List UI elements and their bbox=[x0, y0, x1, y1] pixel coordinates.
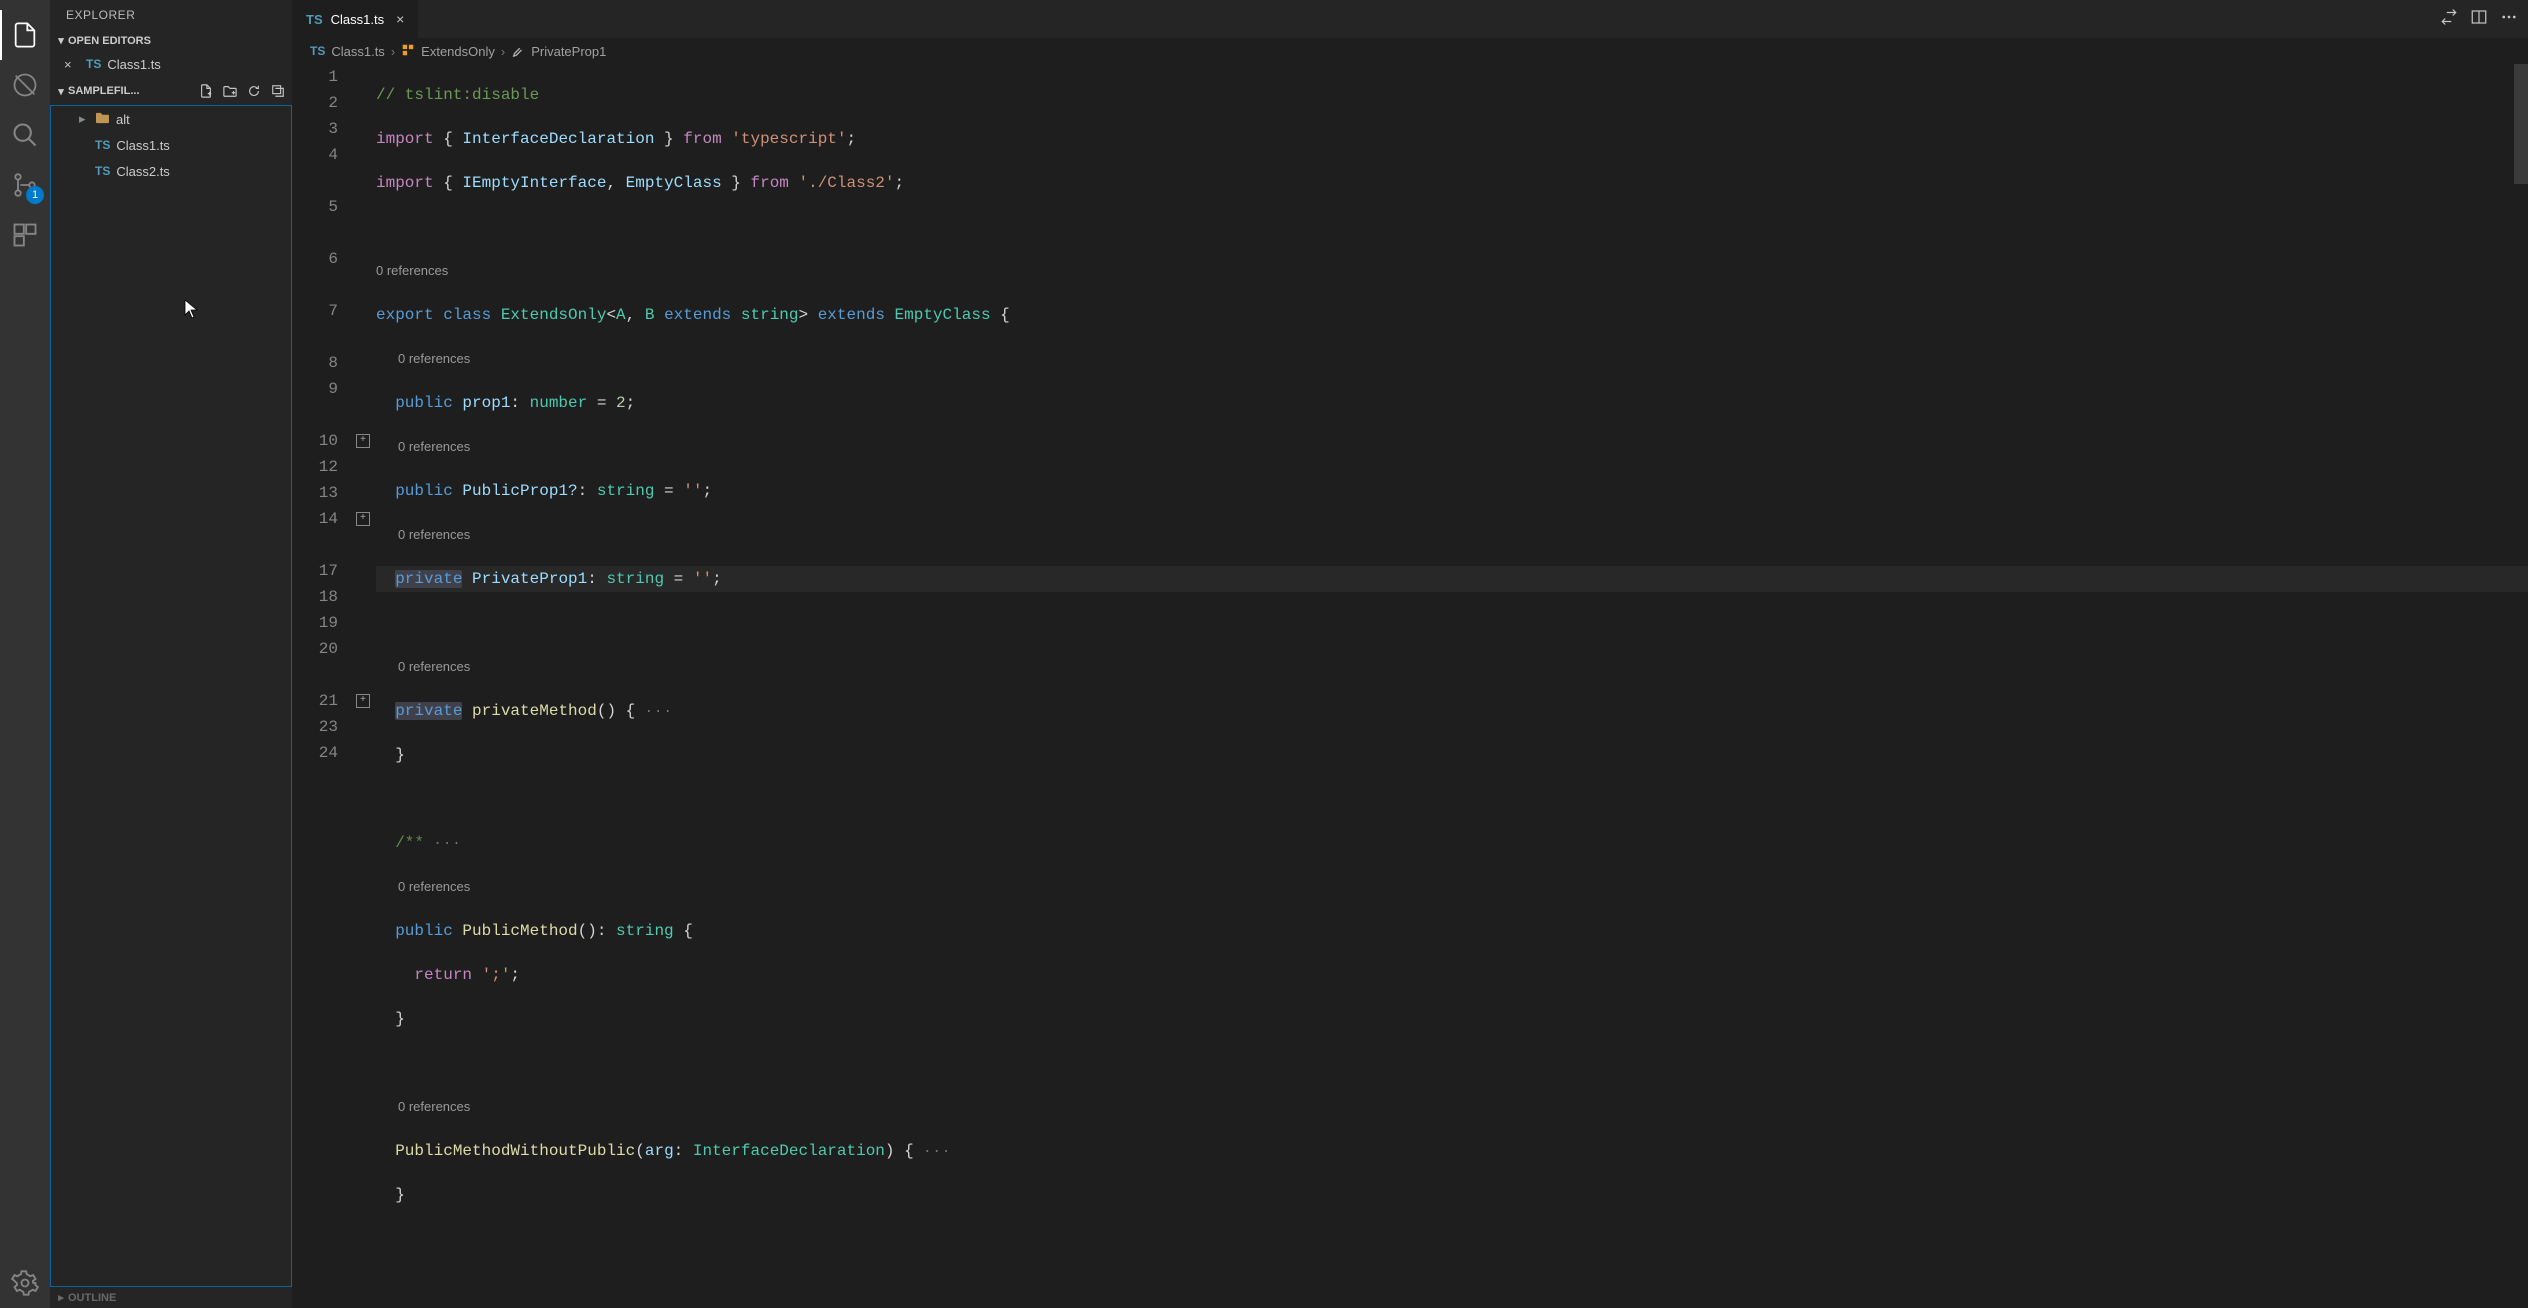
split-editor-icon[interactable] bbox=[2470, 8, 2488, 31]
twisty-down-icon: ▾ bbox=[54, 85, 68, 98]
twisty-right-icon: ▸ bbox=[79, 111, 89, 127]
scm-badge: 1 bbox=[26, 186, 44, 204]
code-editor[interactable]: 1 2 3 4 5 6 7 8 9 10 12 13 14 17 18 19 2… bbox=[292, 64, 2528, 1308]
activity-search-icon[interactable] bbox=[0, 110, 50, 160]
activity-settings-icon[interactable] bbox=[0, 1258, 50, 1308]
close-icon[interactable]: × bbox=[396, 11, 404, 27]
folder-item[interactable]: ▸ alt bbox=[51, 106, 291, 132]
breadcrumb-symbol[interactable]: PrivateProp1 bbox=[531, 44, 606, 59]
activity-bar: 1 bbox=[0, 0, 50, 1308]
chevron-right-icon: › bbox=[391, 44, 395, 59]
open-editors-header[interactable]: ▾ OPEN EDITORS bbox=[50, 30, 292, 51]
compare-changes-icon[interactable] bbox=[2440, 8, 2458, 31]
ts-file-icon: TS bbox=[306, 12, 323, 27]
open-editors-label: OPEN EDITORS bbox=[68, 35, 288, 47]
collapse-all-icon[interactable] bbox=[268, 81, 288, 101]
codelens[interactable]: 0 references bbox=[376, 346, 2528, 372]
tab[interactable]: TS Class1.ts × bbox=[292, 0, 419, 38]
breadcrumb-file[interactable]: Class1.ts bbox=[331, 44, 384, 59]
breadcrumb-symbol[interactable]: ExtendsOnly bbox=[421, 44, 495, 59]
folder-name: alt bbox=[116, 112, 130, 127]
outline-label: OUTLINE bbox=[68, 1292, 288, 1304]
new-folder-icon[interactable] bbox=[220, 81, 240, 101]
ts-file-icon: TS bbox=[86, 57, 101, 71]
sidebar-title: EXPLORER bbox=[50, 0, 292, 30]
refresh-icon[interactable] bbox=[244, 81, 264, 101]
file-item[interactable]: TS Class1.ts bbox=[51, 132, 291, 158]
outline-header[interactable]: ▸ OUTLINE bbox=[50, 1287, 292, 1308]
close-icon[interactable]: × bbox=[64, 57, 80, 72]
open-editor-name: Class1.ts bbox=[107, 57, 160, 72]
glyph-margin: + + + bbox=[356, 64, 376, 1308]
workspace-label: SAMPLEFIL... bbox=[68, 85, 196, 97]
twisty-right-icon: ▸ bbox=[54, 1291, 68, 1304]
activity-debug-icon[interactable] bbox=[0, 60, 50, 110]
class-symbol-icon bbox=[401, 43, 415, 60]
codelens[interactable]: 0 references bbox=[376, 434, 2528, 460]
codelens[interactable]: 0 references bbox=[376, 258, 2528, 284]
fold-expand-icon[interactable]: + bbox=[356, 512, 370, 526]
chevron-right-icon: › bbox=[501, 44, 505, 59]
sidebar: EXPLORER ▾ OPEN EDITORS × TS Class1.ts ▾… bbox=[50, 0, 292, 1308]
codelens[interactable]: 0 references bbox=[376, 522, 2528, 548]
fold-expand-icon[interactable]: + bbox=[356, 694, 370, 708]
activity-extensions-icon[interactable] bbox=[0, 210, 50, 260]
new-file-icon[interactable] bbox=[196, 81, 216, 101]
file-name: Class1.ts bbox=[116, 138, 169, 153]
folder-icon bbox=[95, 111, 110, 127]
editor-area: TS Class1.ts × TS Class1.ts › bbox=[292, 0, 2528, 1308]
codelens[interactable]: 0 references bbox=[376, 654, 2528, 680]
ts-file-icon: TS bbox=[310, 44, 325, 58]
ts-file-icon: TS bbox=[95, 164, 110, 178]
file-item[interactable]: TS Class2.ts bbox=[51, 158, 291, 184]
tabbar: TS Class1.ts × bbox=[292, 0, 2528, 38]
file-name: Class2.ts bbox=[116, 164, 169, 179]
breadcrumbs[interactable]: TS Class1.ts › ExtendsOnly › PrivateProp… bbox=[292, 38, 2528, 64]
workspace-header[interactable]: ▾ SAMPLEFIL... bbox=[50, 77, 292, 105]
ts-file-icon: TS bbox=[95, 138, 110, 152]
more-actions-icon[interactable] bbox=[2500, 8, 2518, 31]
vertical-scrollbar[interactable] bbox=[2514, 64, 2528, 1308]
codelens[interactable]: 0 references bbox=[376, 874, 2528, 900]
activity-explorer-icon[interactable] bbox=[0, 10, 50, 60]
open-editor-item[interactable]: × TS Class1.ts bbox=[50, 51, 292, 77]
fold-expand-icon[interactable]: + bbox=[356, 434, 370, 448]
code-content[interactable]: // tslint:disable import { InterfaceDecl… bbox=[376, 64, 2528, 1308]
codelens[interactable]: 0 references bbox=[376, 1094, 2528, 1120]
file-tree: ▸ alt TS Class1.ts TS Class2.ts bbox=[50, 105, 292, 1287]
activity-scm-icon[interactable]: 1 bbox=[0, 160, 50, 210]
property-symbol-icon bbox=[511, 43, 525, 60]
line-number-gutter: 1 2 3 4 5 6 7 8 9 10 12 13 14 17 18 19 2… bbox=[292, 64, 356, 1308]
scrollbar-thumb[interactable] bbox=[2514, 64, 2528, 184]
twisty-down-icon: ▾ bbox=[54, 34, 68, 47]
tab-label: Class1.ts bbox=[331, 12, 384, 27]
